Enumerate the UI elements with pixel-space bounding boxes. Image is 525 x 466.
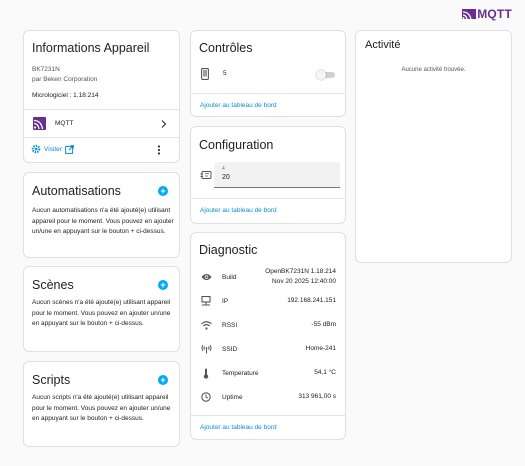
divider: [191, 93, 345, 94]
open-in-new-icon: [65, 144, 74, 154]
visit-label: Visiter: [44, 145, 62, 153]
gear-icon: [31, 144, 41, 154]
diagnostic-value: -55 dBm: [311, 321, 336, 328]
activity-title: Activité: [365, 39, 401, 51]
diagnostic-value: Home-241: [305, 345, 336, 352]
diagnostic-value: 54,1 °C: [314, 369, 336, 376]
diagnostic-row-rssi[interactable]: RSSI -55 dBm: [191, 316, 345, 334]
device-firmware: Micrologiciel : 1.18.214: [32, 92, 99, 99]
device-info-title: Informations Appareil: [32, 41, 150, 55]
scenes-description: Aucun scènes n'a été ajouté(e) utilisant…: [32, 299, 171, 327]
diagnostic-label: Uptime: [222, 393, 243, 401]
diagnostic-card: Diagnostic Build OpenBK7231N 1.18.214 No…: [190, 232, 346, 440]
diagnostic-label: SSID: [222, 345, 238, 353]
configuration-number-field[interactable]: 4 20: [214, 162, 340, 188]
scripts-description: Aucun scripts n'a été ajouté(e) utilisan…: [32, 394, 171, 422]
configuration-card: Configuration 4 20 Ajouter au tableau de…: [190, 126, 346, 224]
integration-label: MQTT: [55, 120, 74, 127]
diagnostic-row-ip[interactable]: IP 192.168.241.151: [191, 292, 345, 310]
chevron-right-icon: [161, 120, 167, 128]
diagnostic-row-temperature[interactable]: Temperature 54,1 °C: [191, 364, 345, 382]
antenna-icon: [200, 343, 212, 355]
scenes-title: Scènes: [32, 278, 74, 292]
clock-icon: [200, 391, 212, 403]
thermometer-icon: [200, 367, 212, 379]
add-script-button[interactable]: +: [158, 375, 168, 385]
mqtt-logo: MQTT: [462, 7, 512, 21]
device-model: BK7231N: [32, 66, 60, 73]
divider: [24, 137, 179, 138]
activity-empty-text: Aucune activité trouvée.: [401, 67, 466, 73]
more-options-icon[interactable]: [157, 145, 161, 155]
configuration-add-to-dashboard[interactable]: Ajouter au tableau de bord: [200, 207, 277, 214]
diagnostic-label: IP: [222, 297, 229, 305]
add-automation-button[interactable]: +: [158, 186, 168, 196]
diagnostic-value: 192.168.241.151: [287, 297, 336, 304]
automations-description: Aucun automatisations n'a été ajouté(e) …: [32, 207, 174, 235]
automations-card: Automatisations + Aucun automatisations …: [23, 172, 180, 258]
controls-add-to-dashboard[interactable]: Ajouter au tableau de bord: [200, 102, 277, 109]
diagnostic-add-to-dashboard[interactable]: Ajouter au tableau de bord: [200, 424, 277, 431]
configuration-title: Configuration: [199, 138, 274, 152]
scenes-card: Scènes + Aucun scènes n'a été ajouté(e) …: [23, 266, 180, 352]
device-info-card: Informations Appareil BK7231N par Beken …: [23, 30, 180, 163]
network-icon: [200, 295, 212, 307]
mqtt-logo-icon: [462, 9, 477, 20]
control-toggle-switch[interactable]: [316, 70, 335, 80]
configuration-field-value: 20: [222, 174, 230, 181]
diagnostic-value: 313 961,00 s: [298, 393, 336, 400]
device-manufacturer: par Beken Corporation: [32, 76, 98, 83]
divider: [191, 415, 345, 416]
diagnostic-value: OpenBK7231N 1.18.214 Nov 20 2025 12:40:0…: [265, 268, 336, 285]
control-entity-label: 5: [223, 70, 227, 77]
diagnostic-title: Diagnostic: [199, 243, 258, 257]
diagnostic-row-build[interactable]: Build OpenBK7231N 1.18.214 Nov 20 2025 1…: [191, 266, 345, 288]
control-entity-row[interactable]: 5: [191, 64, 345, 84]
integration-row[interactable]: MQTT: [24, 110, 179, 136]
add-scene-button[interactable]: +: [158, 280, 168, 290]
scripts-title: Scripts: [32, 373, 71, 387]
diagnostic-row-uptime[interactable]: Uptime 313 961,00 s: [191, 388, 345, 406]
automations-title: Automatisations: [32, 184, 121, 198]
configuration-field-label: 4: [222, 166, 225, 172]
controls-title: Contrôles: [199, 41, 253, 55]
diagnostic-row-ssid[interactable]: SSID Home-241: [191, 340, 345, 358]
wifi-icon: [200, 319, 212, 331]
scripts-card: Scripts + Aucun scripts n'a été ajouté(e…: [23, 361, 180, 447]
activity-card: Activité Aucune activité trouvée.: [355, 30, 512, 263]
eye-icon: [200, 271, 212, 283]
phone-icon: [201, 68, 209, 80]
logo-text: MQTT: [477, 7, 512, 21]
configuration-number-icon: [200, 171, 212, 179]
visit-button[interactable]: Visiter: [31, 144, 74, 154]
diagnostic-label: RSSI: [222, 321, 238, 329]
controls-card: Contrôles 5 Ajouter au tableau de bord: [190, 30, 346, 117]
diagnostic-label: Build: [222, 273, 237, 281]
mqtt-icon: [33, 117, 46, 130]
diagnostic-label: Temperature: [222, 369, 259, 377]
divider: [191, 198, 345, 199]
